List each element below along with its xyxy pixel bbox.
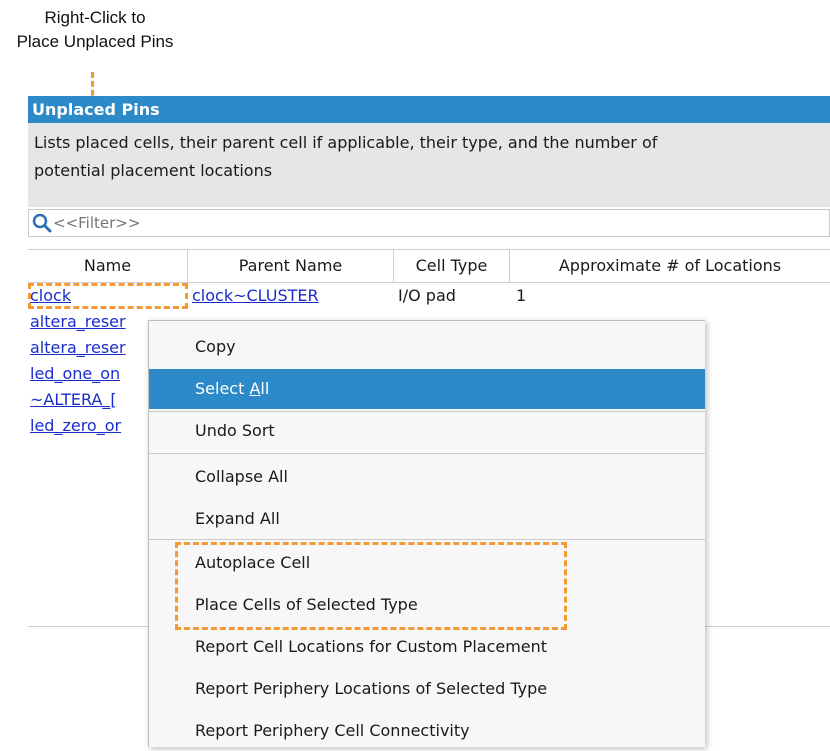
search-icon[interactable] xyxy=(31,212,53,234)
menu-item-expand-all[interactable]: Expand All xyxy=(149,499,705,539)
menu-item-report-periphery-locations[interactable]: Report Periphery Locations of Selected T… xyxy=(149,669,705,709)
callout-label: Right-Click to Place Unplaced Pins xyxy=(0,6,190,54)
panel-description-line2: potential placement locations xyxy=(34,161,273,180)
cell-type: I/O pad xyxy=(398,286,456,305)
column-header-name[interactable]: Name xyxy=(28,250,188,282)
filter-bar xyxy=(28,209,830,237)
cell-parent[interactable]: clock~CLUSTER xyxy=(192,283,392,309)
clock-highlight-box xyxy=(28,283,188,309)
panel-description: Lists placed cells, their parent cell if… xyxy=(28,123,830,207)
menu-item-collapse-all[interactable]: Collapse All xyxy=(149,457,705,497)
panel-title: Unplaced Pins xyxy=(28,96,830,123)
cell-locations: 1 xyxy=(516,286,527,305)
column-header-parent-name[interactable]: Parent Name xyxy=(188,250,394,282)
column-header-cell-type[interactable]: Cell Type xyxy=(394,250,510,282)
callout-line1: Right-Click to xyxy=(44,8,146,27)
menu-item-copy[interactable]: Copy xyxy=(149,327,705,367)
select-all-suffix: ll xyxy=(260,379,270,398)
context-menu: Copy Select All Undo Sort Collapse All E… xyxy=(148,320,705,747)
select-all-prefix: Select xyxy=(195,379,250,398)
menu-item-report-cell-locations[interactable]: Report Cell Locations for Custom Placeme… xyxy=(149,627,705,667)
select-all-mnemonic: A xyxy=(249,379,261,398)
menu-item-report-periphery-connectivity[interactable]: Report Periphery Cell Connectivity xyxy=(149,711,705,751)
filter-input[interactable] xyxy=(53,212,353,234)
column-header-locations[interactable]: Approximate # of Locations xyxy=(510,250,830,282)
panel-description-line1: Lists placed cells, their parent cell if… xyxy=(34,133,658,152)
menu-item-undo-sort[interactable]: Undo Sort xyxy=(149,411,705,451)
menu-separator xyxy=(149,453,705,454)
menu-item-select-all[interactable]: Select All xyxy=(149,369,705,409)
table-header: Name Parent Name Cell Type Approximate #… xyxy=(28,249,830,283)
callout-line2: Place Unplaced Pins xyxy=(16,32,174,51)
menu-separator xyxy=(149,539,705,540)
place-cells-highlight-box xyxy=(175,542,567,630)
